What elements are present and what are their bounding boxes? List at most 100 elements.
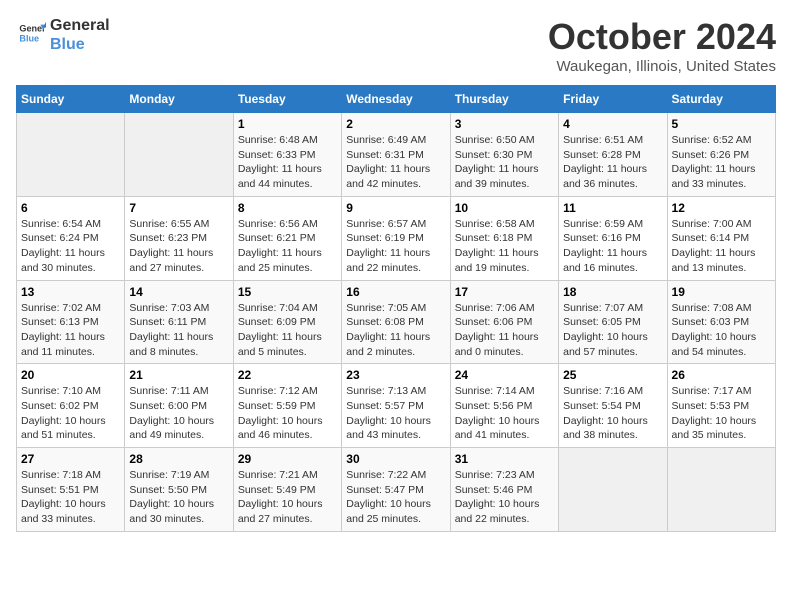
day-info: Sunrise: 7:07 AM Sunset: 6:05 PM Dayligh…: [563, 301, 662, 360]
svg-text:Blue: Blue: [19, 33, 39, 43]
sunset-label: Sunset: 6:06 PM: [455, 316, 533, 328]
day-number: 25: [563, 368, 662, 382]
day-info: Sunrise: 6:50 AM Sunset: 6:30 PM Dayligh…: [455, 133, 554, 192]
day-number: 10: [455, 201, 554, 215]
day-info: Sunrise: 7:18 AM Sunset: 5:51 PM Dayligh…: [21, 468, 120, 527]
location-subtitle: Waukegan, Illinois, United States: [548, 58, 776, 75]
daylight-label: Daylight: 11 hours and 0 minutes.: [455, 331, 539, 358]
calendar-cell: 7 Sunrise: 6:55 AM Sunset: 6:23 PM Dayli…: [125, 196, 233, 280]
daylight-label: Daylight: 10 hours and 30 minutes.: [129, 498, 214, 525]
day-header-saturday: Saturday: [667, 86, 775, 113]
calendar-cell: 1 Sunrise: 6:48 AM Sunset: 6:33 PM Dayli…: [233, 113, 341, 197]
day-header-thursday: Thursday: [450, 86, 558, 113]
calendar-cell: 5 Sunrise: 6:52 AM Sunset: 6:26 PM Dayli…: [667, 113, 775, 197]
daylight-label: Daylight: 11 hours and 5 minutes.: [238, 331, 322, 358]
day-info: Sunrise: 6:49 AM Sunset: 6:31 PM Dayligh…: [346, 133, 445, 192]
day-number: 23: [346, 368, 445, 382]
sunset-label: Sunset: 5:53 PM: [672, 400, 750, 412]
day-header-wednesday: Wednesday: [342, 86, 450, 113]
sunrise-label: Sunrise: 7:00 AM: [672, 218, 752, 230]
daylight-label: Daylight: 11 hours and 30 minutes.: [21, 247, 105, 274]
sunset-label: Sunset: 6:31 PM: [346, 149, 424, 161]
sunrise-label: Sunrise: 7:11 AM: [129, 385, 208, 397]
calendar-table: SundayMondayTuesdayWednesdayThursdayFrid…: [16, 85, 776, 532]
day-number: 19: [672, 285, 771, 299]
day-info: Sunrise: 6:59 AM Sunset: 6:16 PM Dayligh…: [563, 217, 662, 276]
calendar-cell: 11 Sunrise: 6:59 AM Sunset: 6:16 PM Dayl…: [559, 196, 667, 280]
sunset-label: Sunset: 6:14 PM: [672, 232, 750, 244]
sunrise-label: Sunrise: 7:21 AM: [238, 469, 318, 481]
day-info: Sunrise: 6:54 AM Sunset: 6:24 PM Dayligh…: [21, 217, 120, 276]
sunrise-label: Sunrise: 7:05 AM: [346, 302, 426, 314]
sunset-label: Sunset: 6:30 PM: [455, 149, 533, 161]
logo: General Blue General Blue: [16, 16, 110, 54]
sunset-label: Sunset: 5:47 PM: [346, 484, 424, 496]
daylight-label: Daylight: 10 hours and 49 minutes.: [129, 415, 214, 442]
sunset-label: Sunset: 6:19 PM: [346, 232, 424, 244]
sunrise-label: Sunrise: 7:17 AM: [672, 385, 752, 397]
calendar-cell: 18 Sunrise: 7:07 AM Sunset: 6:05 PM Dayl…: [559, 280, 667, 364]
daylight-label: Daylight: 11 hours and 8 minutes.: [129, 331, 213, 358]
day-number: 3: [455, 117, 554, 131]
sunrise-label: Sunrise: 7:04 AM: [238, 302, 318, 314]
calendar-header-row: SundayMondayTuesdayWednesdayThursdayFrid…: [17, 86, 776, 113]
calendar-cell: 24 Sunrise: 7:14 AM Sunset: 5:56 PM Dayl…: [450, 364, 558, 448]
day-info: Sunrise: 6:52 AM Sunset: 6:26 PM Dayligh…: [672, 133, 771, 192]
sunset-label: Sunset: 5:51 PM: [21, 484, 99, 496]
calendar-cell: [667, 448, 775, 532]
daylight-label: Daylight: 10 hours and 22 minutes.: [455, 498, 540, 525]
sunset-label: Sunset: 5:54 PM: [563, 400, 641, 412]
day-number: 22: [238, 368, 337, 382]
sunrise-label: Sunrise: 7:12 AM: [238, 385, 318, 397]
daylight-label: Daylight: 11 hours and 11 minutes.: [21, 331, 105, 358]
day-number: 18: [563, 285, 662, 299]
logo-general: General: [50, 16, 110, 35]
day-info: Sunrise: 7:06 AM Sunset: 6:06 PM Dayligh…: [455, 301, 554, 360]
calendar-week-2: 13 Sunrise: 7:02 AM Sunset: 6:13 PM Dayl…: [17, 280, 776, 364]
sunset-label: Sunset: 6:16 PM: [563, 232, 641, 244]
calendar-cell: 20 Sunrise: 7:10 AM Sunset: 6:02 PM Dayl…: [17, 364, 125, 448]
day-info: Sunrise: 7:12 AM Sunset: 5:59 PM Dayligh…: [238, 384, 337, 443]
daylight-label: Daylight: 10 hours and 46 minutes.: [238, 415, 323, 442]
daylight-label: Daylight: 10 hours and 33 minutes.: [21, 498, 106, 525]
sunset-label: Sunset: 6:33 PM: [238, 149, 316, 161]
daylight-label: Daylight: 10 hours and 57 minutes.: [563, 331, 648, 358]
sunrise-label: Sunrise: 6:52 AM: [672, 134, 752, 146]
page-header: General Blue General Blue October 2024 W…: [16, 16, 776, 75]
day-info: Sunrise: 7:21 AM Sunset: 5:49 PM Dayligh…: [238, 468, 337, 527]
logo-icon: General Blue: [18, 19, 46, 47]
day-number: 16: [346, 285, 445, 299]
day-number: 15: [238, 285, 337, 299]
sunrise-label: Sunrise: 7:10 AM: [21, 385, 101, 397]
day-number: 12: [672, 201, 771, 215]
daylight-label: Daylight: 10 hours and 41 minutes.: [455, 415, 540, 442]
day-info: Sunrise: 7:05 AM Sunset: 6:08 PM Dayligh…: [346, 301, 445, 360]
daylight-label: Daylight: 11 hours and 19 minutes.: [455, 247, 539, 274]
sunrise-label: Sunrise: 6:55 AM: [129, 218, 209, 230]
day-header-friday: Friday: [559, 86, 667, 113]
day-header-monday: Monday: [125, 86, 233, 113]
daylight-label: Daylight: 10 hours and 51 minutes.: [21, 415, 106, 442]
calendar-cell: 19 Sunrise: 7:08 AM Sunset: 6:03 PM Dayl…: [667, 280, 775, 364]
day-info: Sunrise: 7:13 AM Sunset: 5:57 PM Dayligh…: [346, 384, 445, 443]
day-number: 2: [346, 117, 445, 131]
sunrise-label: Sunrise: 6:54 AM: [21, 218, 101, 230]
daylight-label: Daylight: 11 hours and 42 minutes.: [346, 163, 430, 190]
sunset-label: Sunset: 6:13 PM: [21, 316, 99, 328]
day-number: 7: [129, 201, 228, 215]
day-info: Sunrise: 7:14 AM Sunset: 5:56 PM Dayligh…: [455, 384, 554, 443]
day-number: 26: [672, 368, 771, 382]
daylight-label: Daylight: 11 hours and 36 minutes.: [563, 163, 647, 190]
calendar-cell: 9 Sunrise: 6:57 AM Sunset: 6:19 PM Dayli…: [342, 196, 450, 280]
sunset-label: Sunset: 5:49 PM: [238, 484, 316, 496]
calendar-cell: 28 Sunrise: 7:19 AM Sunset: 5:50 PM Dayl…: [125, 448, 233, 532]
daylight-label: Daylight: 10 hours and 25 minutes.: [346, 498, 431, 525]
sunset-label: Sunset: 5:59 PM: [238, 400, 316, 412]
sunset-label: Sunset: 6:02 PM: [21, 400, 99, 412]
day-number: 9: [346, 201, 445, 215]
calendar-cell: 15 Sunrise: 7:04 AM Sunset: 6:09 PM Dayl…: [233, 280, 341, 364]
sunrise-label: Sunrise: 7:19 AM: [129, 469, 209, 481]
sunrise-label: Sunrise: 7:23 AM: [455, 469, 535, 481]
day-info: Sunrise: 7:03 AM Sunset: 6:11 PM Dayligh…: [129, 301, 228, 360]
day-number: 4: [563, 117, 662, 131]
